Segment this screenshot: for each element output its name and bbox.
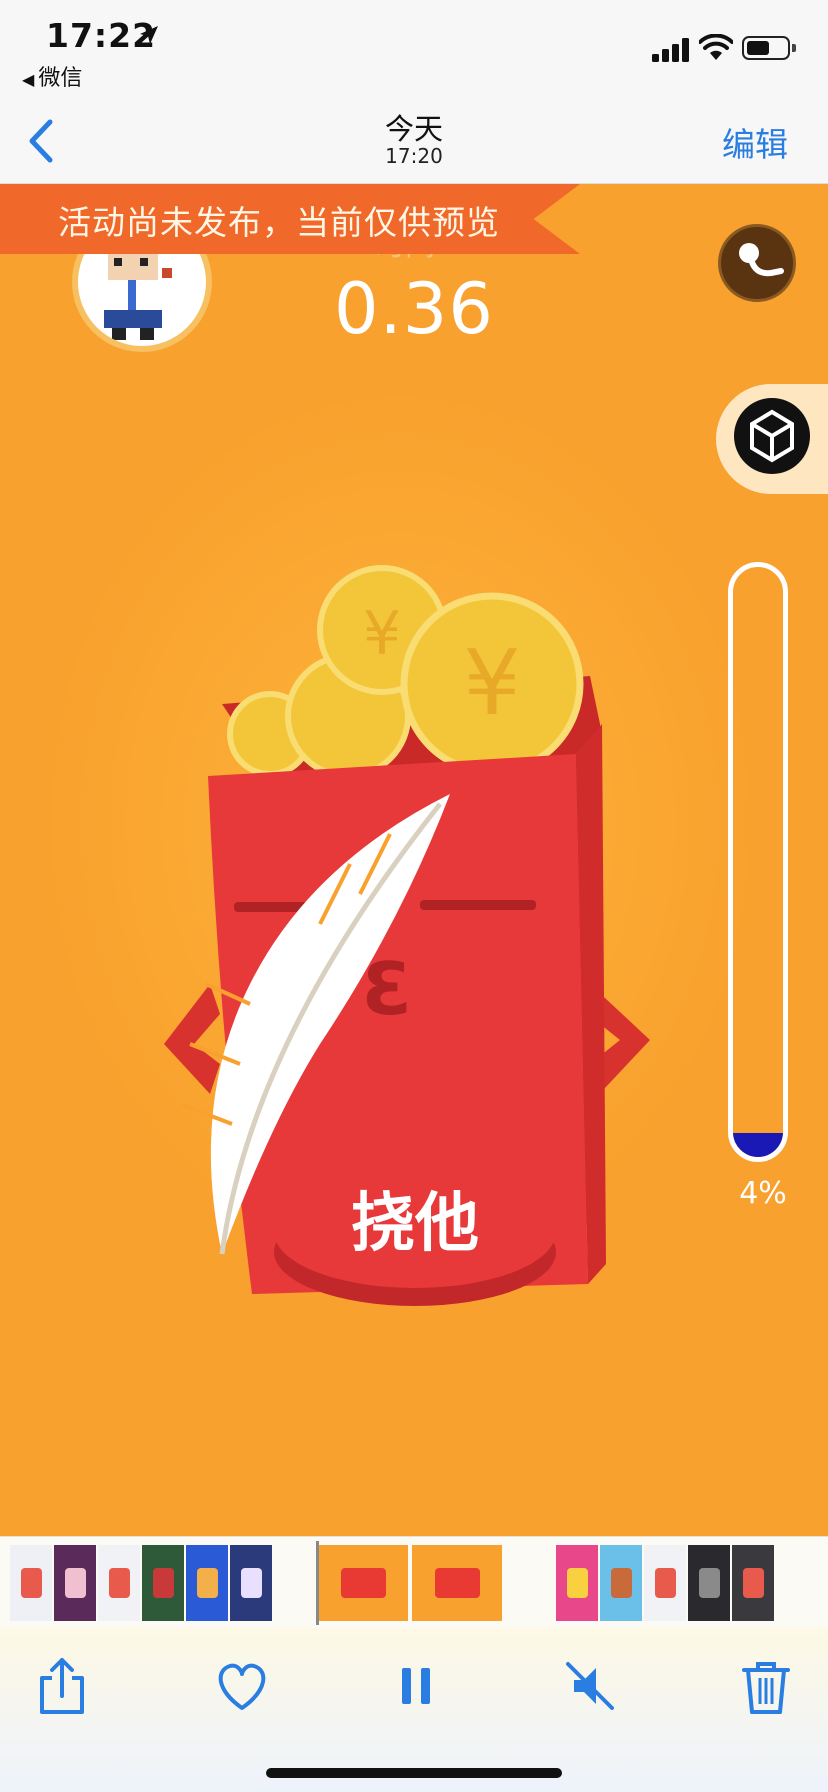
thumbnail-accent [240,1567,262,1599]
home-indicator[interactable] [266,1768,562,1778]
thumbnail-item[interactable] [556,1545,598,1621]
wifi-icon [699,34,733,60]
battery-icon [742,36,796,60]
thumbnail-item[interactable] [688,1545,730,1621]
edit-button[interactable]: 编辑 [722,118,788,166]
unity-logo-icon [750,409,794,463]
thumbnail-item[interactable] [318,1545,408,1621]
back-app-label: 微信 [38,66,83,91]
score-value: 0.36 [334,268,494,350]
side-game-button[interactable] [718,224,796,302]
feather-tool-icon [739,243,784,277]
progress-meter-fill [733,1133,783,1157]
thumbnail-accent [566,1567,588,1599]
svg-text:¥: ¥ [363,599,401,669]
thumbnail-accent [610,1567,632,1599]
cellular-signal-icon [652,38,689,62]
thumbnail-accent [152,1567,174,1599]
thumbnail-item[interactable] [600,1545,642,1621]
thumbnail-accent [20,1567,42,1599]
thumbnail-item[interactable] [142,1545,184,1621]
thumbnail-item[interactable] [412,1545,502,1621]
thumbnail-accent [654,1567,676,1599]
game-viewport[interactable]: 时间 活动尚未发布，当前仅供预览 0.36 [0,184,828,1536]
thumbnail-selection-marker [316,1541,319,1625]
thumbnail-item[interactable] [732,1545,774,1621]
thumbnail-item[interactable] [186,1545,228,1621]
share-icon[interactable] [32,1656,92,1716]
thumbnail-accent [340,1567,386,1599]
location-arrow-icon [140,26,158,44]
thumbnail-item[interactable] [10,1545,52,1621]
thumbnail-accent [434,1567,480,1599]
status-bar: 17:22 ◀ 微信 [0,0,828,100]
thumbnail-item[interactable] [644,1545,686,1621]
mute-icon[interactable] [560,1656,620,1716]
battery-nub [792,44,796,52]
back-triangle-icon: ◀ [22,70,35,89]
preview-banner-text: 活动尚未发布，当前仅供预览 [58,203,500,242]
back-to-app-link[interactable]: ◀ 微信 [22,60,82,92]
unity-button[interactable] [734,398,810,474]
navigation-bar: 今天 17:20 编辑 [0,100,828,184]
nav-title: 今天 [384,112,443,146]
pause-icon[interactable] [386,1656,446,1716]
thumbnail-item[interactable] [98,1545,140,1621]
thumbnail-accent [64,1567,86,1599]
thumbnail-accent [742,1567,764,1599]
heart-icon[interactable] [212,1656,272,1716]
svg-text:¥: ¥ [463,631,520,736]
battery-fill [747,41,769,55]
thumbnail-item[interactable] [54,1545,96,1621]
progress-meter [728,562,788,1162]
thumbnail-accent [108,1567,130,1599]
thumbnail-item[interactable] [230,1545,272,1621]
nav-subtitle: 17:20 [385,144,443,168]
trash-icon[interactable] [736,1656,796,1716]
thumbnail-accent [196,1567,218,1599]
thumbnail-strip[interactable] [0,1536,828,1628]
progress-meter-label: 4% [739,1176,787,1211]
tickle-button-label[interactable]: 挠他 [272,1172,558,1264]
thumbnail-accent [698,1567,720,1599]
